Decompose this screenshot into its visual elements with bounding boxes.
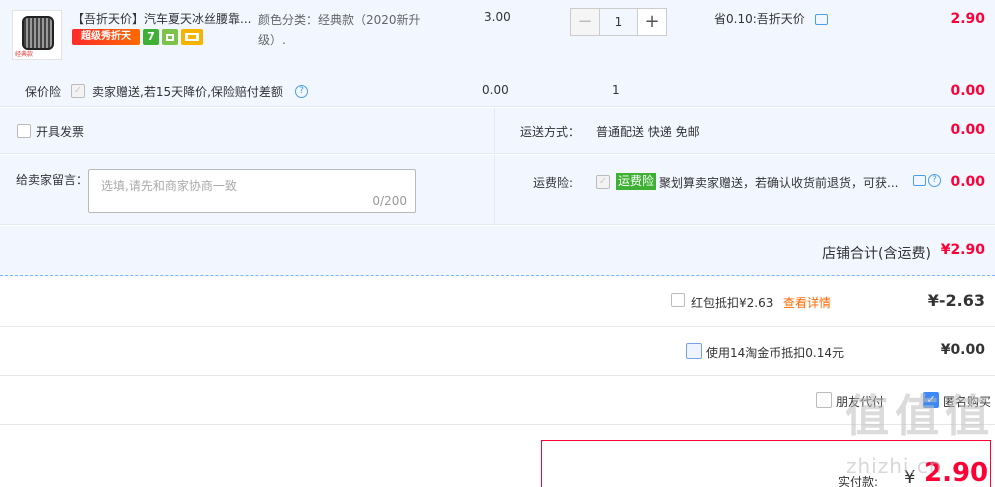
taobao-coins-label[interactable]: 使用14淘金币抵扣0.14元 xyxy=(706,344,844,361)
product-title-link[interactable]: 【吾折天价】汽车夏天冰丝腰靠... xyxy=(72,10,254,27)
message-char-count: 0/200 xyxy=(372,194,407,208)
taobao-coins-value: ¥0.00 xyxy=(940,342,985,358)
watermark-char: 值 xyxy=(945,391,989,442)
red-packet-label[interactable]: 红包抵扣¥2.63 xyxy=(691,294,773,311)
freight-insurance-desc: 聚划算卖家赠送，若确认收货前退货，可获... xyxy=(659,176,899,190)
shop-total-row: 店铺合计(含运费) ¥2.90 xyxy=(0,226,995,276)
order-item-row: 经典款 【吾折天价】汽车夏天冰丝腰靠... 超级秀折天 7 颜色分类：经典款（2… xyxy=(0,0,995,107)
message-freight-row: 给卖家留言： 选填,请先和商家协商一致 0/200 运费险: ✓ 运费险 聚划算… xyxy=(0,155,995,225)
unit-price: 3.00 xyxy=(484,10,511,24)
divider xyxy=(494,155,495,225)
seller-message-input[interactable]: 选填,请先和商家协商一致 0/200 xyxy=(88,169,416,213)
freight-insurance-checkbox[interactable]: ✓ xyxy=(596,175,610,189)
red-packet-details-link[interactable]: 查看详情 xyxy=(783,294,831,311)
friend-pay-checkbox[interactable] xyxy=(816,392,832,408)
shipping-label: 运送方式： xyxy=(520,125,581,139)
price-protection-qty: 1 xyxy=(612,83,620,97)
quantity-decrease-button[interactable]: − xyxy=(570,8,600,36)
item-total-price: 2.90 xyxy=(950,11,985,27)
invoice-checkbox[interactable] xyxy=(17,124,31,138)
discount-text: 省0.10:吾折天价 xyxy=(714,12,805,26)
taobao-coins-checkbox[interactable] xyxy=(686,343,702,359)
sku-info: 颜色分类：经典款（2020新升级）. xyxy=(258,13,421,47)
thumbnail-caption: 经典款 xyxy=(15,51,34,58)
product-badges: 超级秀折天 7 xyxy=(72,29,203,45)
invoice-shipping-row: 开具发票 运送方式： 普通配送 快递 免邮 0.00 xyxy=(0,108,995,154)
shop-icon xyxy=(162,29,178,45)
divider xyxy=(494,108,495,154)
chat-icon[interactable] xyxy=(814,14,828,25)
help-icon[interactable]: ? xyxy=(928,174,941,187)
freight-insurance-icons: ? xyxy=(913,174,941,187)
watermark-char: 值 xyxy=(895,391,939,442)
discount-info: 省0.10:吾折天价 xyxy=(714,10,828,27)
seller-message-label: 给卖家留言： xyxy=(16,173,89,187)
red-packet-checkbox[interactable] xyxy=(671,293,685,307)
price-protection-checkbox[interactable]: ✓ xyxy=(71,84,85,98)
watermark-url: zhizhi.cn xyxy=(846,454,943,478)
quantity-input[interactable]: 1 xyxy=(600,8,637,36)
red-packet-value: ¥-2.63 xyxy=(927,291,985,310)
quantity-increase-button[interactable]: + xyxy=(637,8,667,36)
price-protection-total: 0.00 xyxy=(950,83,985,99)
freight-insurance-total: 0.00 xyxy=(950,174,985,190)
freight-insurance-tag: 运费险 xyxy=(616,173,657,190)
price-protection-price: 0.00 xyxy=(482,83,509,97)
divider xyxy=(0,326,995,327)
freight-insurance-label: 运费险: xyxy=(533,176,574,190)
card-icon xyxy=(181,29,203,45)
shipping-total: 0.00 xyxy=(950,122,985,138)
quantity-stepper: − 1 + xyxy=(570,8,667,36)
watermark-char: 值 xyxy=(845,391,889,442)
chat-icon[interactable] xyxy=(913,175,926,186)
price-protection-desc: 卖家赠送,若15天降价,保险赔付差额 xyxy=(92,85,283,99)
help-icon[interactable]: ? xyxy=(295,85,308,98)
shop-total-label: 店铺合计(含运费) xyxy=(822,246,931,262)
seat-cushion-image xyxy=(22,16,54,50)
seven-day-return-icon: 7 xyxy=(143,29,159,45)
price-protection-label: 保价险 xyxy=(25,85,62,99)
watermark: 值 值 值 xyxy=(845,395,989,439)
product-thumbnail[interactable]: 经典款 xyxy=(12,10,62,60)
sale-badge: 超级秀折天 xyxy=(72,29,140,45)
invoice-label[interactable]: 开具发票 xyxy=(36,123,84,140)
shop-total-value: ¥2.90 xyxy=(940,242,985,258)
divider xyxy=(0,375,995,376)
message-placeholder: 选填,请先和商家协商一致 xyxy=(101,179,237,193)
shipping-method: 普通配送 快递 免邮 xyxy=(596,125,700,139)
